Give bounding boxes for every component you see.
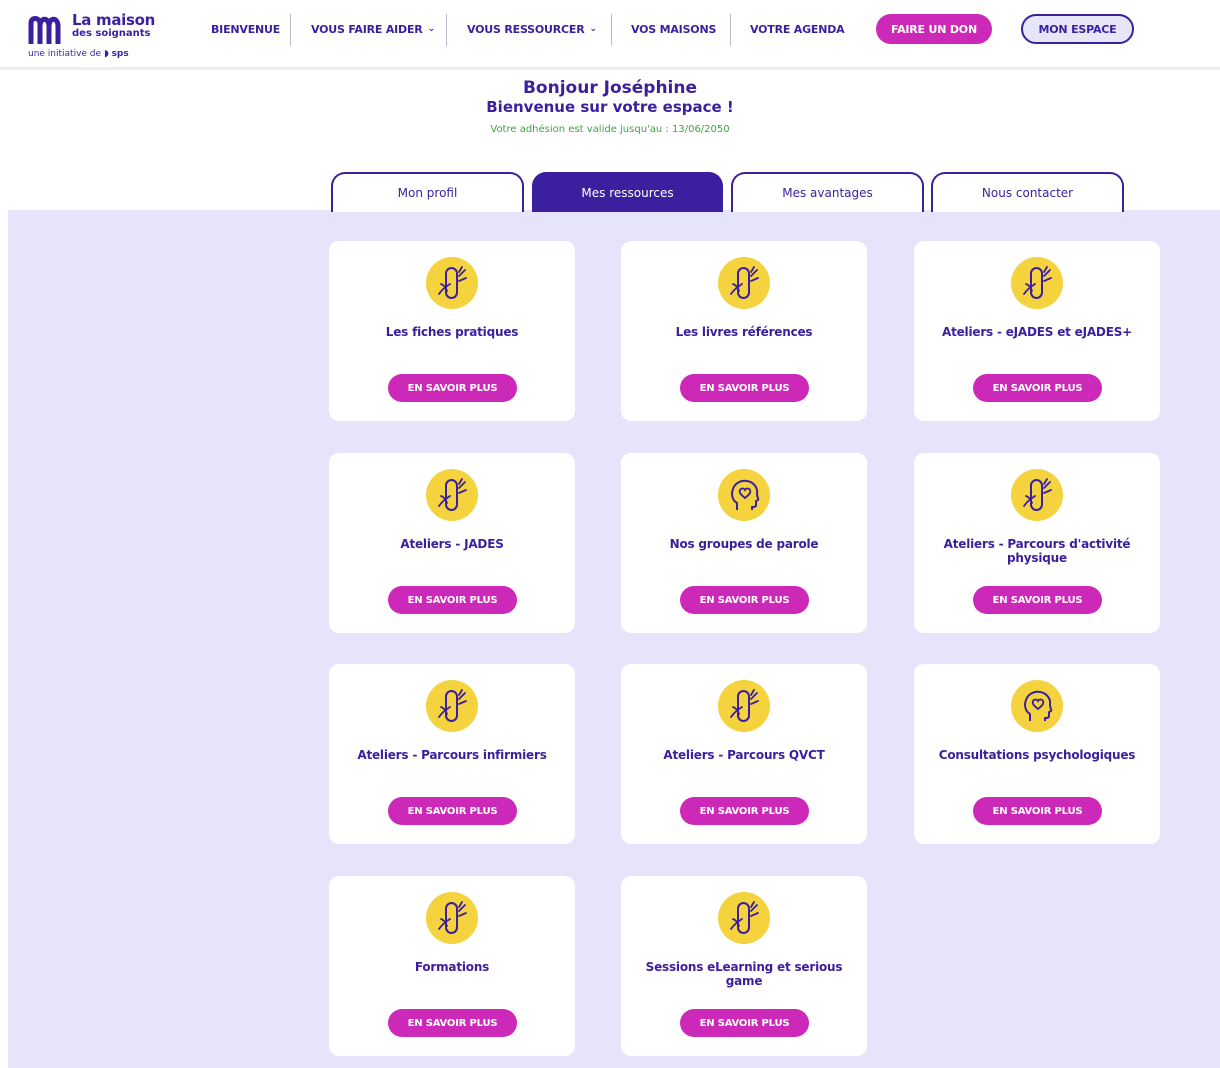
learn-more-button[interactable]: EN SAVOIR PLUS bbox=[973, 797, 1102, 825]
leaf-icon bbox=[426, 469, 478, 521]
learn-more-button[interactable]: EN SAVOIR PLUS bbox=[680, 374, 809, 402]
card-title: Ateliers - Parcours QVCT bbox=[663, 748, 825, 762]
card-title: Ateliers - eJADES et eJADES+ bbox=[942, 325, 1132, 339]
leaf-icon bbox=[426, 892, 478, 944]
card-title: Ateliers - JADES bbox=[400, 537, 504, 551]
chevron-down-icon: ⌄ bbox=[427, 24, 436, 34]
membership-validity: Votre adhésion est valide jusqu'au : 13/… bbox=[490, 124, 730, 135]
nav-ressourcer[interactable]: VOUS RESSOURCER ⌄ bbox=[467, 14, 597, 44]
leaf-icon bbox=[1011, 469, 1063, 521]
logo-tagline-prefix: une initiative de bbox=[28, 49, 102, 59]
nav-maisons[interactable]: VOS MAISONS bbox=[631, 14, 716, 44]
resource-card: Nos groupes de parole EN SAVOIR PLUS bbox=[621, 453, 867, 633]
tab-profile[interactable]: Mon profil bbox=[331, 172, 524, 212]
card-title: Consultations psychologiques bbox=[938, 748, 1136, 762]
resource-card: Ateliers - Parcours infirmiers EN SAVOIR… bbox=[329, 664, 575, 844]
nav-divider bbox=[290, 14, 291, 46]
card-title: Nos groupes de parole bbox=[669, 537, 819, 551]
greeting-title: Bonjour Joséphine bbox=[522, 78, 698, 98]
chevron-down-icon: ⌄ bbox=[589, 24, 598, 34]
resource-card: Les fiches pratiques EN SAVOIR PLUS bbox=[329, 241, 575, 421]
nav-faire-aider-label: VOUS FAIRE AIDER bbox=[311, 22, 423, 36]
nav-divider bbox=[730, 14, 731, 46]
learn-more-button[interactable]: EN SAVOIR PLUS bbox=[388, 797, 517, 825]
maison-logo-icon bbox=[28, 16, 61, 44]
learn-more-button[interactable]: EN SAVOIR PLUS bbox=[680, 1009, 809, 1037]
greeting-subtitle: Bienvenue sur votre espace ! bbox=[486, 98, 734, 116]
nav-ressourcer-label: VOUS RESSOURCER bbox=[467, 22, 585, 36]
card-title: Les fiches pratiques bbox=[385, 325, 519, 339]
logo-subtitle: des soignants bbox=[72, 28, 151, 39]
nav-divider bbox=[446, 14, 447, 46]
leaf-icon bbox=[426, 257, 478, 309]
learn-more-button[interactable]: EN SAVOIR PLUS bbox=[388, 586, 517, 614]
nav-bienvenue[interactable]: BIENVENUE bbox=[211, 14, 280, 44]
learn-more-button[interactable]: EN SAVOIR PLUS bbox=[680, 797, 809, 825]
card-title: Sessions eLearning et serious game bbox=[645, 960, 843, 988]
nav-agenda[interactable]: VOTRE AGENDA bbox=[750, 14, 845, 44]
head-heart-icon bbox=[1011, 680, 1063, 732]
leaf-icon bbox=[718, 257, 770, 309]
nav-maisons-label: VOS MAISONS bbox=[631, 22, 717, 36]
nav-faire-aider[interactable]: VOUS FAIRE AIDER ⌄ bbox=[311, 14, 435, 44]
tab-resources[interactable]: Mes ressources bbox=[532, 172, 723, 212]
resource-card: Ateliers - JADES EN SAVOIR PLUS bbox=[329, 453, 575, 633]
tab-contact[interactable]: Nous contacter bbox=[931, 172, 1124, 212]
learn-more-button[interactable]: EN SAVOIR PLUS bbox=[680, 586, 809, 614]
learn-more-button[interactable]: EN SAVOIR PLUS bbox=[388, 1009, 517, 1037]
learn-more-button[interactable]: EN SAVOIR PLUS bbox=[388, 374, 517, 402]
card-title: Formations bbox=[414, 960, 490, 974]
card-title: Ateliers - Parcours infirmiers bbox=[357, 748, 547, 762]
card-title: Les livres références bbox=[675, 325, 813, 339]
head-heart-icon bbox=[718, 469, 770, 521]
resource-card: Consultations psychologiques EN SAVOIR P… bbox=[914, 664, 1160, 844]
donate-button[interactable]: FAIRE UN DON bbox=[876, 14, 992, 44]
sps-icon: ◗ bbox=[103, 49, 109, 59]
site-header: La maison des soignants une initiative d… bbox=[0, 0, 1220, 70]
logo-tagline-brand: sps bbox=[111, 49, 129, 59]
resource-card: Ateliers - eJADES et eJADES+ EN SAVOIR P… bbox=[914, 241, 1160, 421]
logo-title: La maison bbox=[72, 11, 156, 29]
logo-tagline: une initiative de ◗ sps bbox=[28, 49, 129, 59]
site-logo[interactable]: La maison des soignants une initiative d… bbox=[28, 12, 178, 64]
resource-card: Les livres références EN SAVOIR PLUS bbox=[621, 241, 867, 421]
nav-agenda-label: VOTRE AGENDA bbox=[750, 22, 845, 36]
card-title: Ateliers - Parcours d'activité physique bbox=[943, 537, 1131, 565]
resource-card: Ateliers - Parcours QVCT EN SAVOIR PLUS bbox=[621, 664, 867, 844]
leaf-icon bbox=[718, 892, 770, 944]
resource-card: Ateliers - Parcours d'activité physique … bbox=[914, 453, 1160, 633]
learn-more-button[interactable]: EN SAVOIR PLUS bbox=[973, 586, 1102, 614]
my-space-button[interactable]: MON ESPACE bbox=[1021, 14, 1134, 44]
leaf-icon bbox=[1011, 257, 1063, 309]
resource-card: Formations EN SAVOIR PLUS bbox=[329, 876, 575, 1056]
leaf-icon bbox=[426, 680, 478, 732]
learn-more-button[interactable]: EN SAVOIR PLUS bbox=[973, 374, 1102, 402]
tab-advantages[interactable]: Mes avantages bbox=[731, 172, 924, 212]
nav-divider bbox=[611, 14, 612, 46]
leaf-icon bbox=[718, 680, 770, 732]
nav-bienvenue-label: BIENVENUE bbox=[211, 22, 281, 36]
resource-card: Sessions eLearning et serious game EN SA… bbox=[621, 876, 867, 1056]
